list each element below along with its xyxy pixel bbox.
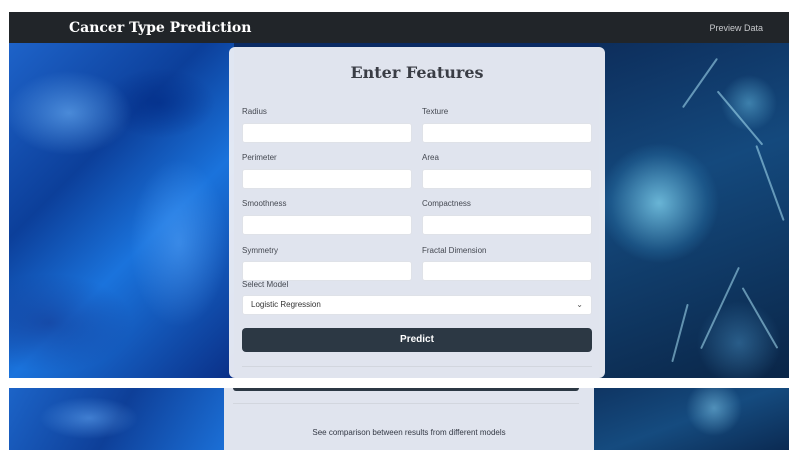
feature-form-card: Enter Features Radius Texture Perimeter … (229, 47, 605, 378)
background-image-left (9, 388, 224, 450)
background-image-right (599, 43, 789, 378)
smoothness-label: Smoothness (242, 199, 287, 208)
background-image-right (594, 388, 789, 450)
area-label: Area (422, 153, 439, 162)
select-model-label: Select Model (242, 280, 289, 289)
comparison-link[interactable]: See comparison between results from diff… (224, 428, 594, 437)
symmetry-label: Symmetry (242, 246, 278, 255)
texture-input[interactable] (422, 123, 592, 143)
predict-button[interactable]: Predict (242, 328, 592, 352)
compactness-label: Compactness (422, 199, 471, 208)
divider (242, 366, 592, 367)
background-image-left (9, 43, 234, 378)
navbar: Cancer Type Prediction Preview Data (9, 12, 789, 43)
radius-input[interactable] (242, 123, 412, 143)
perimeter-input[interactable] (242, 169, 412, 189)
fractal-dimension-input[interactable] (422, 261, 592, 281)
page-viewport-bottom: See comparison between results from diff… (9, 388, 789, 450)
model-select-value: Logistic Regression (251, 300, 321, 309)
smoothness-input[interactable] (242, 215, 412, 235)
divider (233, 403, 579, 404)
brand-title[interactable]: Cancer Type Prediction (69, 20, 251, 36)
model-select[interactable]: Logistic Regression ⌄ (242, 295, 592, 315)
perimeter-label: Perimeter (242, 153, 277, 162)
predict-button-edge (233, 388, 579, 391)
chevron-down-icon: ⌄ (576, 300, 583, 309)
symmetry-input[interactable] (242, 261, 412, 281)
preview-data-link[interactable]: Preview Data (709, 23, 763, 33)
compactness-input[interactable] (422, 215, 592, 235)
texture-label: Texture (422, 107, 449, 116)
fractal-dimension-label: Fractal Dimension (422, 246, 487, 255)
page-viewport-top: Cancer Type Prediction Preview Data Ente… (9, 12, 789, 378)
feature-form-card-continued: See comparison between results from diff… (224, 388, 594, 450)
area-input[interactable] (422, 169, 592, 189)
form-title: Enter Features (350, 63, 484, 82)
radius-label: Radius (242, 107, 267, 116)
